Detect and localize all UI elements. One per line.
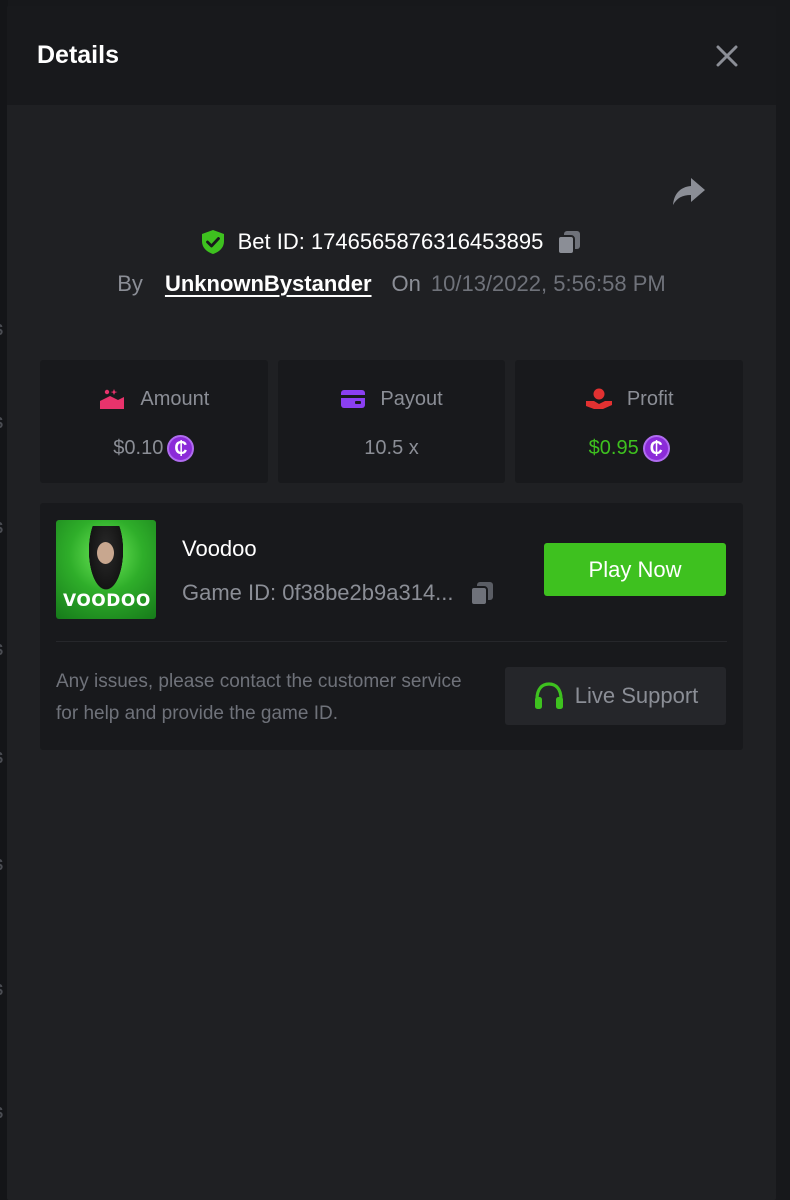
modal-header: Details: [7, 6, 776, 105]
by-label: By: [117, 271, 143, 296]
stat-profit: Profit $0.95 ₵: [515, 360, 744, 483]
stat-value: $0.10: [113, 436, 164, 459]
coin-icon: ₵: [167, 434, 195, 462]
close-button[interactable]: [712, 41, 742, 71]
stats-row: Amount $0.10 ₵ Payout 10.5 x Profit $0.9…: [40, 360, 744, 483]
divider: [56, 641, 727, 642]
close-icon: [716, 45, 738, 66]
verified-shield-icon: [201, 230, 224, 254]
stat-label: Payout: [380, 387, 443, 410]
game-id-row: Game ID: 0f38be2b9a314...: [182, 579, 496, 607]
stat-label: Profit: [626, 387, 674, 410]
stat-value: 10.5 x: [364, 436, 419, 459]
copy-icon: [469, 582, 493, 606]
bet-id-row: Bet ID: 1746565876316453895: [7, 228, 776, 256]
bet-datetime: 10/13/2022, 5:56:58 PM: [430, 271, 666, 296]
modal-title: Details: [37, 41, 119, 69]
copy-game-id-button[interactable]: [468, 579, 496, 607]
stat-amount: Amount $0.10 ₵: [40, 360, 268, 483]
live-support-button[interactable]: Live Support: [505, 667, 726, 725]
details-modal: Details Bet ID: 1746565876316453895 By U…: [7, 6, 776, 1200]
card-icon: [341, 390, 366, 408]
thumbnail-title: VOODOO: [63, 591, 151, 611]
stat-value: $0.95: [588, 436, 639, 459]
stat-label: Amount: [140, 387, 210, 410]
game-id-label: Game ID: 0f38be2b9a314...: [182, 580, 454, 605]
coin-icon: ₵: [642, 434, 670, 462]
amount-icon: [100, 389, 125, 409]
help-text: Any issues, please contact the customer …: [56, 671, 462, 724]
play-now-button[interactable]: Play Now: [544, 543, 726, 596]
profit-icon: [585, 388, 612, 409]
bet-meta-row: By UnknownBystander On 10/13/2022, 5:56:…: [7, 271, 776, 297]
stat-payout: Payout 10.5 x: [277, 360, 506, 483]
user-link[interactable]: UnknownBystander: [165, 271, 372, 297]
share-button[interactable]: [670, 174, 708, 208]
game-card: VOODOO Voodoo Game ID: 0f38be2b9a314... …: [40, 503, 743, 750]
bet-id-value: 1746565876316453895: [310, 229, 544, 254]
thumbnail-face: [97, 542, 114, 564]
copy-bet-id-button[interactable]: [555, 228, 583, 256]
on-label: On: [391, 271, 421, 296]
bet-id-label: Bet ID:: [237, 229, 305, 254]
headset-icon: [534, 682, 563, 709]
copy-icon: [557, 231, 581, 255]
game-name: Voodoo: [182, 536, 257, 561]
share-icon: [673, 178, 705, 205]
live-support-label: Live Support: [574, 683, 699, 708]
game-thumbnail[interactable]: VOODOO: [56, 520, 156, 619]
